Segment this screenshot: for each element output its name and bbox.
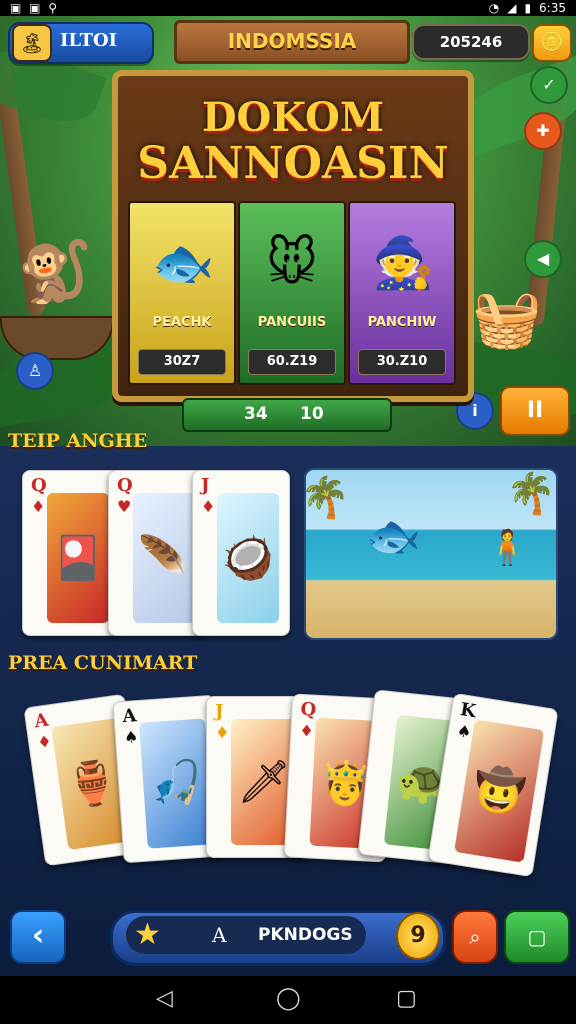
card-rank: J xyxy=(215,701,224,722)
win-right-value: 10 xyxy=(300,404,324,424)
palm-tree-icon: 🌴 xyxy=(506,471,556,517)
pause-icon: II xyxy=(526,398,544,423)
jumping-fish-icon: 🐟 xyxy=(366,511,421,562)
fish-icon: 🐟 xyxy=(152,234,215,292)
search-icon: ⌕ xyxy=(469,925,481,949)
play-icon: ◀ xyxy=(536,249,550,268)
section-title-bottom: PREA CUNIMART xyxy=(8,652,198,674)
back-arrow-icon: ‹ xyxy=(31,918,45,953)
play-bonus-button[interactable]: ◀ xyxy=(524,240,562,278)
card-art-icon: 🎣 xyxy=(139,718,214,849)
search-letter: A xyxy=(212,923,227,947)
slot-machine: DOKOM SANNOASIN 🐟 PEACHK 30Z7 🐭 PANCUIIS… xyxy=(112,70,474,402)
fisher-people-icon: 🧍 xyxy=(486,528,529,568)
square-recents-icon[interactable]: ▢ xyxy=(396,986,417,1011)
palm-tree-icon: 🌴 xyxy=(304,475,350,521)
star-icon[interactable]: ★ xyxy=(134,916,161,954)
circle-home-icon[interactable]: ◯ xyxy=(276,986,301,1011)
reel-label: PANCHIW xyxy=(367,315,437,330)
battery-icon: ▮ xyxy=(524,1,532,15)
menu-button[interactable]: ▢ xyxy=(504,910,570,964)
card-suit: ♦ xyxy=(36,731,53,753)
check-button[interactable]: ✓ xyxy=(530,66,568,104)
card-suit: ♦ xyxy=(298,720,315,741)
card-suit: ♦ xyxy=(31,497,46,516)
fishing-scene-image[interactable]: 🐟 🧍 🌴 🌴 xyxy=(304,468,558,640)
player-name: ILTOI xyxy=(60,30,118,51)
section-title-top: TEIP ANGHE xyxy=(8,430,148,452)
card-art-icon: 🥥 xyxy=(217,493,279,623)
notification-icons: ▣ ▣ ⚲ xyxy=(10,1,60,15)
search-label: PKNDOGS xyxy=(258,925,353,945)
card-suit: ♦ xyxy=(201,497,216,516)
square-icon: ▢ xyxy=(527,925,547,949)
card-suit: ♠ xyxy=(123,727,139,748)
playing-card[interactable]: J ♦ 🥥 xyxy=(192,470,290,636)
clock: 6:35 xyxy=(539,1,566,15)
card-suit: ♠ xyxy=(455,720,473,742)
gift-icon: ✚ xyxy=(536,121,550,140)
card-rank: A xyxy=(32,709,50,733)
machine-title-line1: DOKOM xyxy=(201,94,385,141)
card-art-icon: 🪶 xyxy=(133,493,195,623)
system-nav-bar: ◁ ◯ ▢ xyxy=(0,976,576,1024)
reel-3[interactable]: 🧙 PANCHIW 30.Z10 xyxy=(348,201,456,385)
card-rank: Q xyxy=(299,698,317,721)
card-rank: A xyxy=(121,705,138,728)
win-meter: 34 10 xyxy=(182,398,392,432)
reel-2[interactable]: 🐭 PANCUIIS 60.Z19 xyxy=(238,201,346,385)
person-icon: ♙ xyxy=(27,361,43,380)
reel-label: PEACHK xyxy=(152,315,212,330)
card-art-icon: 🎴 xyxy=(47,493,109,623)
search-button[interactable]: ⌕ xyxy=(452,910,498,964)
win-left-value: 34 xyxy=(244,404,268,424)
check-icon: ✓ xyxy=(542,75,556,94)
coin-balance: 205246 xyxy=(412,24,530,60)
coin-stack-icon: 🪙 xyxy=(540,32,564,53)
card-rank: J xyxy=(201,475,210,496)
card-suit: ♦ xyxy=(215,723,230,742)
back-button[interactable]: ‹ xyxy=(10,910,66,964)
reel-value: 60.Z19 xyxy=(248,349,336,375)
avatar[interactable]: 🏝 xyxy=(12,24,52,62)
wizard-character-icon: 🧙 xyxy=(372,234,435,292)
reel-1[interactable]: 🐟 PEACHK 30Z7 xyxy=(128,201,236,385)
reel-value: 30.Z10 xyxy=(358,349,446,375)
reel-value: 30Z7 xyxy=(138,349,226,375)
card-suit: ♥ xyxy=(117,497,132,516)
character-button[interactable]: ♙ xyxy=(16,352,54,390)
pause-button[interactable]: II xyxy=(500,386,570,436)
game-title: INDOMSSIA xyxy=(174,20,410,64)
coin-counter[interactable]: 9 xyxy=(396,912,440,960)
info-icon: i xyxy=(472,401,478,420)
card-rank: Q xyxy=(31,475,47,496)
wifi-icon: ◔ xyxy=(488,1,500,15)
card-rank: K xyxy=(458,699,478,723)
triangle-back-icon[interactable]: ◁ xyxy=(156,986,173,1011)
signal-icon: ◢ xyxy=(507,1,517,15)
fishing-basket-icon: 🧺 xyxy=(472,287,542,352)
add-coins-button[interactable]: 🪙 xyxy=(532,24,572,62)
reel-label: PANCUIIS xyxy=(257,315,327,330)
machine-title-line2: SANNOASIN xyxy=(137,138,449,189)
playing-card[interactable]: Q ♦ 🎴 xyxy=(22,470,120,636)
gift-button[interactable]: ✚ xyxy=(524,112,562,150)
mouse-character-icon: 🐭 xyxy=(265,234,319,292)
card-rank: Q xyxy=(117,475,133,496)
status-bar: ▣ ▣ ⚲ ◔ ◢ ▮ 6:35 xyxy=(0,0,576,16)
